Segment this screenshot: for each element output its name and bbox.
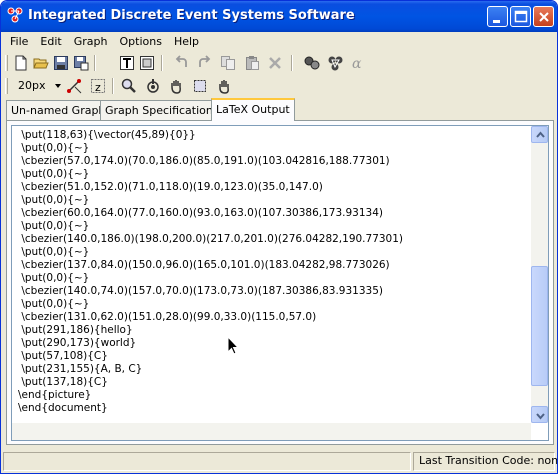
latex-line: \put(137,18){C} [18, 376, 108, 388]
label-tool-icon[interactable]: z [89, 77, 107, 95]
last-transition-code: Last Transition Code: none [419, 454, 558, 467]
status-pane-left [3, 452, 411, 471]
status-bar: Last Transition Code: none [1, 449, 557, 473]
grab-icon[interactable] [167, 77, 185, 95]
zoom-select[interactable]: 20px [15, 77, 63, 95]
menu-help[interactable]: Help [168, 32, 205, 51]
toolbar-view: 20px z [1, 75, 557, 97]
scroll-thumb[interactable] [531, 266, 548, 386]
hand-icon[interactable] [215, 77, 233, 95]
app-logo-icon [7, 7, 23, 23]
title-bar[interactable]: Integrated Discrete Event Systems Softwa… [1, 1, 557, 32]
tab-strip: Un-named Graph Graph Specifications LaTe… [6, 98, 554, 121]
latex-line: \put(118,63){\vector(45,89){0}} [18, 129, 196, 141]
tab-graph-specifications[interactable]: Graph Specifications [100, 100, 224, 120]
copy-icon[interactable] [219, 54, 237, 72]
tab-latex-output[interactable]: LaTeX Output [211, 98, 295, 121]
latex-line: \put(0,0){~} [18, 220, 90, 232]
tab-label: Graph Specifications [105, 104, 219, 117]
chevron-down-icon [536, 413, 545, 420]
save-icon[interactable] [52, 54, 70, 72]
select-area-icon[interactable] [191, 77, 209, 95]
mouse-pointer-icon [227, 335, 240, 359]
latex-line: \put(0,0){~} [18, 168, 90, 180]
latex-output-textarea[interactable]: \put(118,63){\vector(45,89){0}} \put(0,0… [11, 125, 549, 441]
redo-icon[interactable] [195, 54, 213, 72]
window-title: Integrated Discrete Event Systems Softwa… [28, 8, 355, 23]
svg-text:z: z [95, 81, 101, 94]
latex-line: \cbezier(60.0,164.0)(77.0,160.0)(93.0,16… [18, 207, 383, 219]
latex-line: \cbezier(131.0,62.0)(151.0,28.0)(99.0,33… [18, 311, 317, 323]
toolbar-separator [291, 55, 293, 71]
latex-line: \cbezier(137.0,84.0)(150.0,96.0)(165.0,1… [18, 259, 390, 271]
latex-line: \cbezier(140.0,186.0)(198.0,200.0)(217.0… [18, 233, 404, 245]
menu-file[interactable]: File [4, 32, 34, 51]
automaton-icon[interactable] [303, 54, 321, 72]
toolbar-main: α [1, 52, 557, 74]
chevron-down-icon [55, 84, 61, 88]
app-window: Integrated Discrete Event Systems Softwa… [0, 0, 558, 474]
text-tool-icon[interactable] [118, 54, 136, 72]
minimize-button[interactable] [487, 6, 508, 27]
latex-line: \end{document} [18, 402, 108, 414]
save-as-icon[interactable] [72, 54, 90, 72]
paste-icon[interactable] [243, 54, 261, 72]
alpha-icon[interactable]: α [348, 54, 366, 72]
toolbar-separator [161, 55, 163, 71]
zoom-value: 20px [18, 79, 46, 92]
latex-line: \put(0,0){~} [18, 142, 90, 154]
latex-output-text[interactable]: \put(118,63){\vector(45,89){0}} \put(0,0… [18, 129, 526, 424]
latex-line: \cbezier(57.0,174.0)(70.0,186.0)(85.0,19… [18, 155, 390, 167]
copy-text-icon[interactable] [138, 54, 156, 72]
toolbar-grip[interactable] [5, 78, 8, 94]
new-file-icon[interactable] [12, 54, 30, 72]
toolbar-grip[interactable] [5, 55, 8, 71]
latex-line: \end{picture} [18, 389, 92, 401]
menu-edit[interactable]: Edit [34, 32, 67, 51]
tab-label: Un-named Graph [11, 104, 106, 117]
latex-line: \put(231,155){A, B, C} [18, 363, 143, 375]
scroll-up-button[interactable] [531, 126, 548, 143]
menu-graph[interactable]: Graph [68, 32, 114, 51]
tab-unnamed-graph[interactable]: Un-named Graph [6, 100, 111, 120]
maximize-button[interactable] [510, 6, 531, 27]
select-node-icon[interactable] [144, 77, 162, 95]
horizontal-scrollbar[interactable] [12, 423, 531, 440]
latex-line: \put(57,108){C} [18, 350, 108, 362]
latex-line: \put(0,0){~} [18, 272, 90, 284]
latex-line: \cbezier(140.0,74.0)(157.0,70.0)(173.0,7… [18, 285, 383, 297]
close-button[interactable] [533, 6, 554, 27]
toolbar-separator [94, 55, 96, 71]
tab-panel: \put(118,63){\vector(45,89){0}} \put(0,0… [6, 120, 554, 445]
menu-bar: File Edit Graph Options Help [1, 32, 557, 51]
menu-options[interactable]: Options [113, 32, 167, 51]
latex-line: \put(291,186){hello} [18, 324, 133, 336]
delete-icon[interactable] [266, 54, 284, 72]
edge-tool-icon[interactable] [65, 77, 83, 95]
latex-line: \put(0,0){~} [18, 246, 90, 258]
latex-line: \cbezier(51.0,152.0)(71.0,118.0)(19.0,12… [18, 181, 323, 193]
latex-line: \put(0,0){~} [18, 194, 90, 206]
chevron-up-icon [536, 131, 545, 138]
latex-line: \put(290,173){world} [18, 337, 137, 349]
svg-text:α: α [352, 56, 362, 71]
undo-icon[interactable] [173, 54, 191, 72]
zoom-in-icon[interactable] [120, 77, 138, 95]
scroll-down-button[interactable] [531, 406, 548, 423]
tab-label: LaTeX Output [216, 103, 290, 116]
vertical-scrollbar[interactable] [531, 126, 548, 423]
toolbar-separator [112, 78, 114, 94]
latex-line: \put(0,0){~} [18, 298, 90, 310]
open-folder-icon[interactable] [32, 54, 50, 72]
automaton-alt-icon[interactable] [326, 54, 344, 72]
